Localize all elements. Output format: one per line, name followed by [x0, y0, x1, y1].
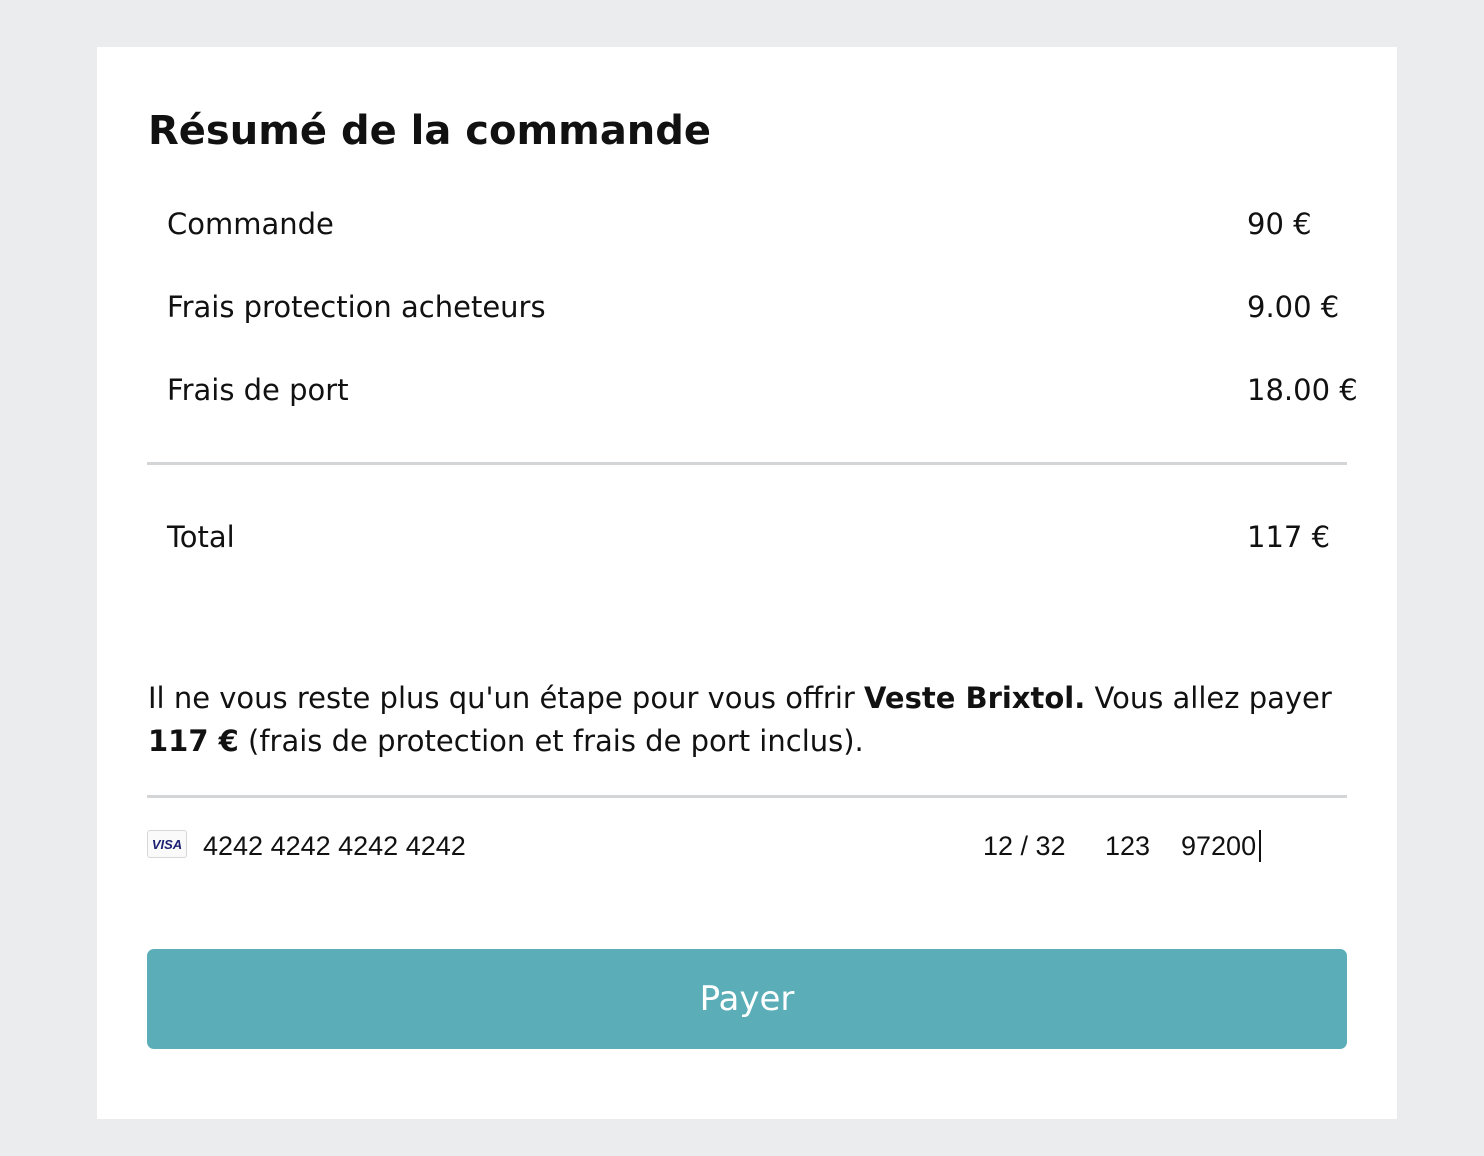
payment-amount: 117 €	[148, 724, 239, 758]
page-title: Résumé de la commande	[148, 108, 712, 154]
order-summary-card: Résumé de la commande Commande 90 € Frai…	[97, 47, 1397, 1119]
message-prefix: Il ne vous reste plus qu'un étape pour v…	[148, 681, 865, 715]
visa-card-icon: VISA	[147, 830, 187, 858]
card-number-input[interactable]	[203, 827, 763, 865]
visa-brand-text: VISA	[152, 837, 182, 852]
card-input[interactable]: VISA	[147, 827, 1347, 867]
payment-divider	[147, 795, 1347, 798]
row-value: 90 €	[1247, 207, 1312, 241]
total-label: Total	[167, 520, 235, 554]
summary-row-order: Commande 90 €	[167, 204, 1387, 244]
pay-button[interactable]: Payer	[147, 949, 1347, 1049]
summary-divider	[147, 462, 1347, 465]
row-value: 9.00 €	[1247, 290, 1340, 324]
row-label: Frais protection acheteurs	[167, 290, 546, 324]
text-cursor	[1259, 830, 1261, 862]
payment-message: Il ne vous reste plus qu'un étape pour v…	[148, 677, 1348, 763]
total-value: 117 €	[1247, 520, 1331, 554]
summary-row-buyer-protection: Frais protection acheteurs 9.00 €	[167, 287, 1387, 327]
product-name: Veste Brixtol.	[864, 681, 1086, 715]
row-label: Commande	[167, 207, 334, 241]
row-label: Frais de port	[167, 373, 349, 407]
card-cvc-input[interactable]	[1105, 827, 1175, 865]
summary-row-total: Total 117 €	[167, 517, 1387, 557]
message-middle: Vous allez payer	[1085, 681, 1332, 715]
row-value: 18.00 €	[1247, 373, 1358, 407]
summary-row-shipping: Frais de port 18.00 €	[167, 370, 1387, 410]
message-suffix: (frais de protection et frais de port in…	[238, 724, 864, 758]
card-expiry-input[interactable]	[983, 827, 1093, 865]
postal-code-input[interactable]	[1181, 827, 1291, 865]
